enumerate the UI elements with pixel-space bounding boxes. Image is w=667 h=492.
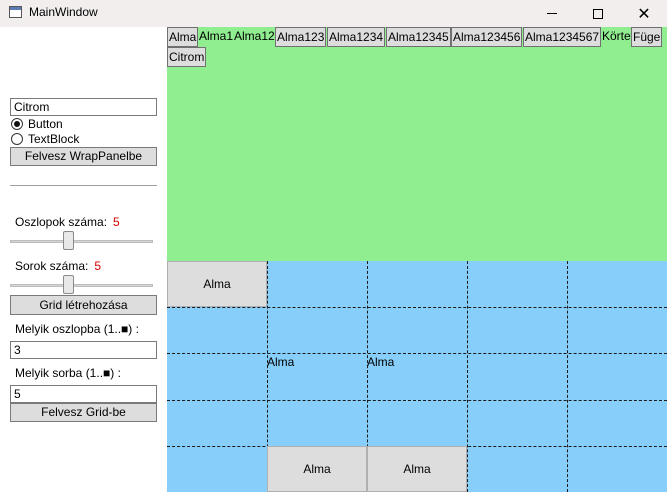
grid-row-line [167,400,667,401]
maximize-icon [593,8,603,19]
radio-textblock-label: TextBlock [28,132,80,146]
wrap-button-9[interactable]: Füge [631,27,663,47]
wrap-text-1: Alma1 [199,29,234,43]
radio-textblock-option[interactable]: TextBlock [11,132,79,146]
which-column-input[interactable] [10,341,157,359]
minimize-icon [547,13,557,14]
wrap-button-5[interactable]: Alma12345 [386,27,451,47]
columns-slider-thumb[interactable] [63,231,74,250]
rows-value: 5 [94,259,102,273]
rows-slider-thumb[interactable] [63,275,74,294]
columns-label-row: Oszlopok száma: 5 [15,215,120,229]
grid-cell-button[interactable]: Alma [367,446,467,492]
add-to-wrap-button[interactable]: Felvesz WrapPanelbe [10,147,157,166]
radio-unchecked-icon [11,133,23,145]
radio-button-label: Button [28,117,63,131]
wrap-panel: Alma Alma1 Alma12 Alma123 Alma1234 Alma12345 A… [167,27,667,261]
window-title: MainWindow [29,5,98,19]
columns-slider-track [10,240,153,243]
close-button[interactable]: ✕ [621,0,667,27]
maximize-button[interactable] [575,0,621,27]
grid-cell-text: Alma [267,355,295,369]
wrap-button-10[interactable]: Citrom [167,47,207,67]
grid-column-line [467,261,468,492]
close-icon: ✕ [637,3,651,23]
wrap-button-3[interactable]: Alma123 [275,27,327,47]
columns-label: Oszlopok száma: [15,215,108,229]
which-column-label: Melyik oszlopba (1..■) : [15,322,139,336]
grid-column-line [567,261,568,492]
wrap-button-0[interactable]: Alma [167,27,199,47]
which-row-label: Melyik sorba (1..■) : [15,366,121,380]
wrap-button-4[interactable]: Alma1234 [327,27,386,47]
grid-row-line [167,307,667,308]
grid-panel: Alma Alma Alma Alma Alma [167,261,667,492]
wrap-text-2: Alma12 [234,29,275,43]
wrap-button-7[interactable]: Alma1234567 [523,27,602,47]
add-to-grid-button[interactable]: Felvesz Grid-be [10,403,157,422]
rows-slider[interactable] [10,275,153,295]
window-icon [9,6,22,18]
columns-slider[interactable] [10,231,153,251]
which-row-input[interactable] [10,385,157,403]
title-bar: MainWindow ✕ [0,0,667,27]
create-grid-button[interactable]: Grid létrehozása [10,295,157,315]
new-item-input[interactable] [10,98,157,116]
radio-checked-icon [11,118,23,130]
divider [10,185,157,186]
grid-cell-text: Alma [367,355,395,369]
columns-value: 5 [113,215,120,229]
radio-button-option[interactable]: Button [11,117,63,131]
grid-row-line [167,353,667,354]
wrap-text-8: Körte [602,29,631,43]
grid-cell-button[interactable]: Alma [267,446,367,492]
wrap-button-6[interactable]: Alma123456 [451,27,523,47]
rows-slider-track [10,284,153,287]
control-panel: Button TextBlock Felvesz WrapPanelbe Osz… [0,27,167,492]
grid-cell-button[interactable]: Alma [167,261,267,307]
minimize-button[interactable] [529,0,575,27]
rows-label-row: Sorok száma: 5 [15,259,101,273]
rows-label: Sorok száma: [15,259,89,273]
